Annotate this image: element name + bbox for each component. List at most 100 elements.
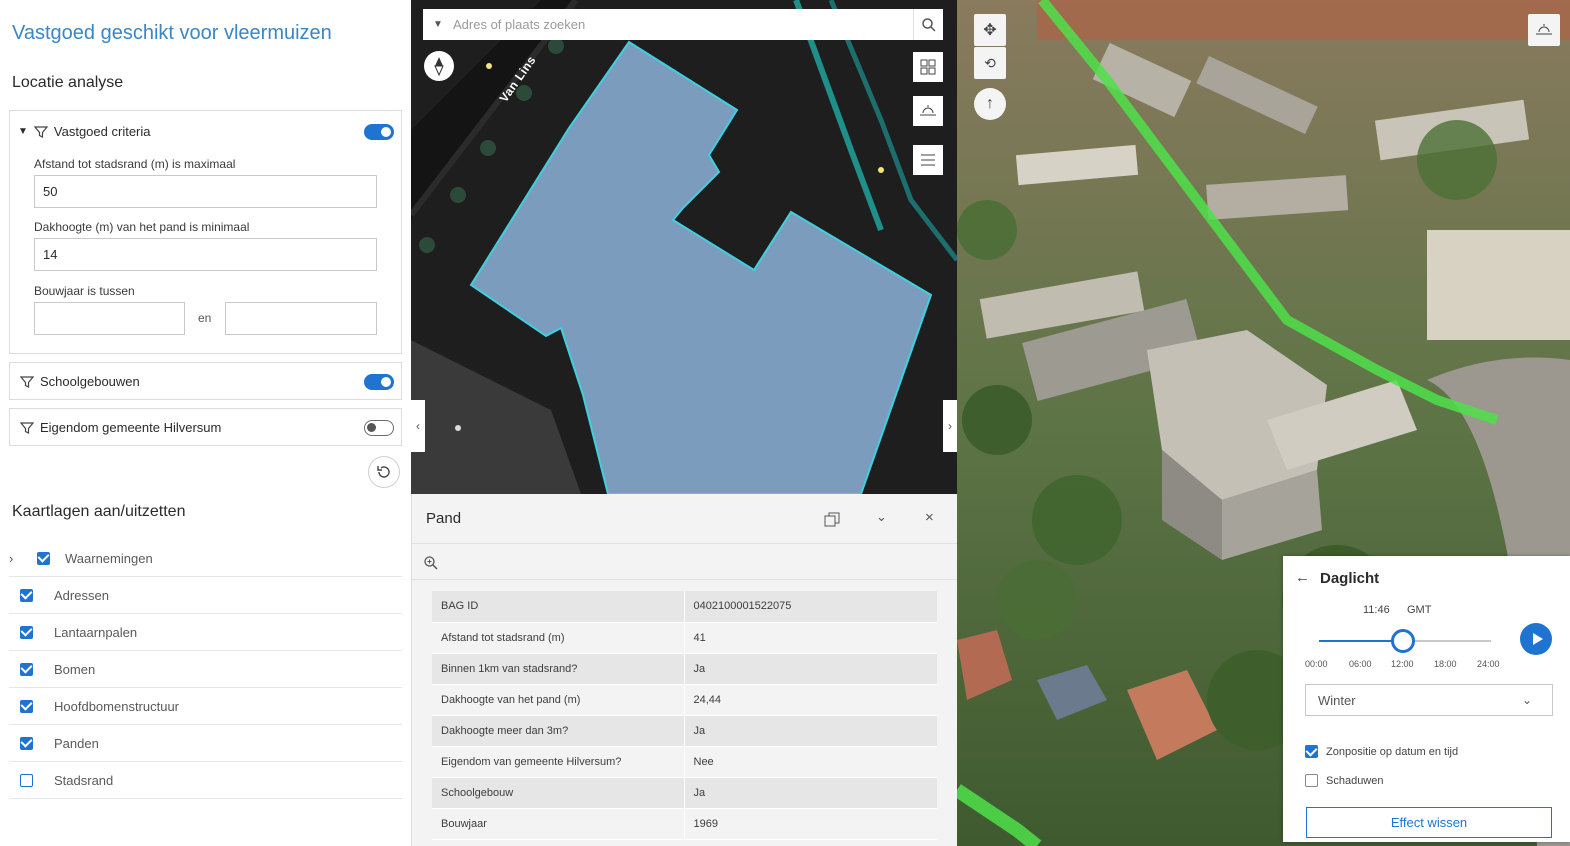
grid-icon (920, 59, 936, 75)
chevron-down-icon: ⌄ (1522, 693, 1533, 707)
school-filter-header: Schoolgebouwen (20, 374, 140, 389)
table-row: Dakhoogte van het pand (m) 24,44 (432, 684, 937, 716)
section-title-location: Locatie analyse (12, 74, 124, 91)
table-row: Eigendom van gemeente Hilversum? Nee (432, 746, 937, 778)
layer-row-adressen[interactable]: Adressen (9, 577, 402, 614)
layer-checkbox[interactable] (20, 588, 33, 602)
sun-position-checkbox[interactable] (1305, 745, 1318, 758)
attribute-value: Ja (684, 715, 937, 747)
shadows-option[interactable]: Schaduwen (1305, 774, 1384, 787)
table-row: Bouwjaar 1969 (432, 808, 937, 840)
sun-horizon-icon (920, 105, 936, 116)
reset-button[interactable] (368, 456, 400, 488)
lamp-marker (486, 63, 492, 69)
year-to-input[interactable] (225, 302, 377, 335)
collapse-left-button[interactable]: ‹ (411, 400, 425, 452)
layer-label: Bomen (54, 661, 96, 677)
criteria-group: ▼ Vastgoed criteria Afstand tot stadsran… (9, 110, 402, 354)
collapse-right-button[interactable]: › (943, 400, 957, 452)
attribute-key: Schoolgebouw (432, 777, 685, 809)
chevron-down-icon[interactable]: ⌄ (876, 509, 887, 525)
sun-position-option[interactable]: Zonpositie op datum en tijd (1305, 745, 1458, 758)
basemap-gallery-button[interactable] (913, 52, 943, 82)
shadows-checkbox[interactable] (1305, 774, 1318, 787)
layer-checkbox[interactable] (20, 736, 33, 750)
attribute-value: 1969 (684, 808, 937, 840)
attribute-key: Dakhoogte meer dan 3m? (432, 715, 685, 747)
caret-down-icon[interactable]: ▼ (18, 126, 28, 137)
filter-icon (20, 421, 34, 434)
pan-button[interactable]: ✥ (974, 14, 1006, 46)
sun-position-label: Zonpositie op datum en tijd (1326, 745, 1459, 758)
compass-button[interactable]: ↑ (974, 88, 1006, 120)
daylight-title: Daglicht (1320, 570, 1380, 587)
attribute-key: Dakhoogte van het pand (m) (432, 684, 685, 716)
clear-effect-button[interactable]: Effect wissen (1306, 807, 1552, 838)
table-row: Binnen 1km van stadsrand? Ja (432, 653, 937, 685)
search-bar[interactable]: ▼ Adres of plaats zoeken (423, 9, 943, 40)
layer-row-waarnemingen[interactable]: › Waarnemingen (9, 540, 402, 577)
season-select[interactable]: Winter ⌄ (1305, 684, 1553, 716)
school-filter-toggle[interactable] (364, 374, 394, 390)
layer-checkbox[interactable] (20, 662, 33, 676)
layer-row-panden[interactable]: Panden (9, 725, 402, 762)
layer-row-stadsrand[interactable]: Stadsrand (9, 762, 402, 799)
municipal-filter-toggle[interactable] (364, 420, 394, 436)
max-distance-input[interactable]: 50 (34, 175, 377, 208)
layer-row-hoofdbomenstructuur[interactable]: Hoofdbomenstructuur (9, 688, 402, 725)
chevron-right-icon: › (948, 419, 952, 433)
search-input[interactable]: Adres of plaats zoeken (453, 17, 913, 32)
north-arrow-icon: ↑ (986, 95, 994, 112)
year-from-input[interactable] (34, 302, 185, 335)
compass-button[interactable] (424, 51, 454, 81)
play-icon (1532, 633, 1543, 645)
search-icon[interactable] (913, 9, 943, 40)
dock-icon[interactable] (824, 512, 840, 528)
tick-label: 24:00 (1477, 659, 1500, 669)
analysis-panel: Vastgoed geschikt voor vleermuizen Locat… (0, 0, 410, 846)
attribute-key: Binnen 1km van stadsrand? (432, 653, 685, 685)
layer-row-lantaarnpalen[interactable]: Lantaarnpalen (9, 614, 402, 651)
section-title-layers: Kaartlagen aan/uitzetten (12, 503, 186, 520)
layer-checkbox[interactable] (20, 699, 33, 713)
daylight-toggle-button[interactable] (1528, 14, 1560, 46)
map-view[interactable]: Van Lins ▼ Adres of plaats zoeken ‹ › (411, 0, 957, 494)
school-filter-label: Schoolgebouwen (40, 374, 140, 389)
layer-label: Hoofdbomenstructuur (54, 698, 180, 714)
season-value: Winter (1318, 692, 1356, 708)
shadows-label: Schaduwen (1326, 774, 1384, 787)
daylight-toggle-button[interactable] (913, 96, 943, 126)
layer-label: Waarnemingen (65, 550, 153, 566)
attribute-value: 24,44 (684, 684, 937, 716)
back-arrow-icon[interactable]: ← (1295, 569, 1310, 586)
search-source-dropdown-icon[interactable]: ▼ (423, 19, 453, 30)
popup-title: Pand (426, 510, 462, 527)
criteria-toggle[interactable] (364, 124, 394, 140)
rotate-button[interactable]: ⟲ (974, 47, 1006, 79)
layer-row-bomen[interactable]: Bomen (9, 651, 402, 688)
year-separator: en (198, 311, 212, 325)
legend-button[interactable] (913, 145, 943, 175)
refresh-icon (377, 466, 390, 478)
layer-label: Stadsrand (54, 772, 114, 788)
time-readout: 11:46 (1363, 604, 1390, 616)
zoom-to-icon[interactable] (423, 555, 439, 571)
filter-icon (33, 125, 48, 138)
popup-toolbar (412, 544, 958, 580)
chevron-right-icon[interactable]: › (9, 551, 27, 566)
layer-checkbox[interactable] (20, 773, 33, 787)
criteria-header[interactable]: ▼ Vastgoed criteria (18, 124, 151, 139)
layer-checkbox[interactable] (37, 551, 50, 565)
rotate-icon: ⟲ (984, 54, 996, 71)
gray-parcel (411, 340, 581, 494)
layer-label: Panden (54, 735, 99, 751)
close-icon[interactable]: × (925, 509, 934, 526)
app-title: Vastgoed geschikt voor vleermuizen (12, 22, 332, 44)
time-slider-track[interactable] (1319, 629, 1491, 653)
play-button[interactable] (1520, 623, 1552, 655)
time-slider-thumb[interactable] (1391, 629, 1416, 653)
attribute-key: BAG ID (432, 591, 685, 623)
min-height-input[interactable]: 14 (34, 238, 377, 271)
layer-checkbox[interactable] (20, 625, 33, 639)
attribute-value: 0402100001522075 (684, 591, 937, 623)
